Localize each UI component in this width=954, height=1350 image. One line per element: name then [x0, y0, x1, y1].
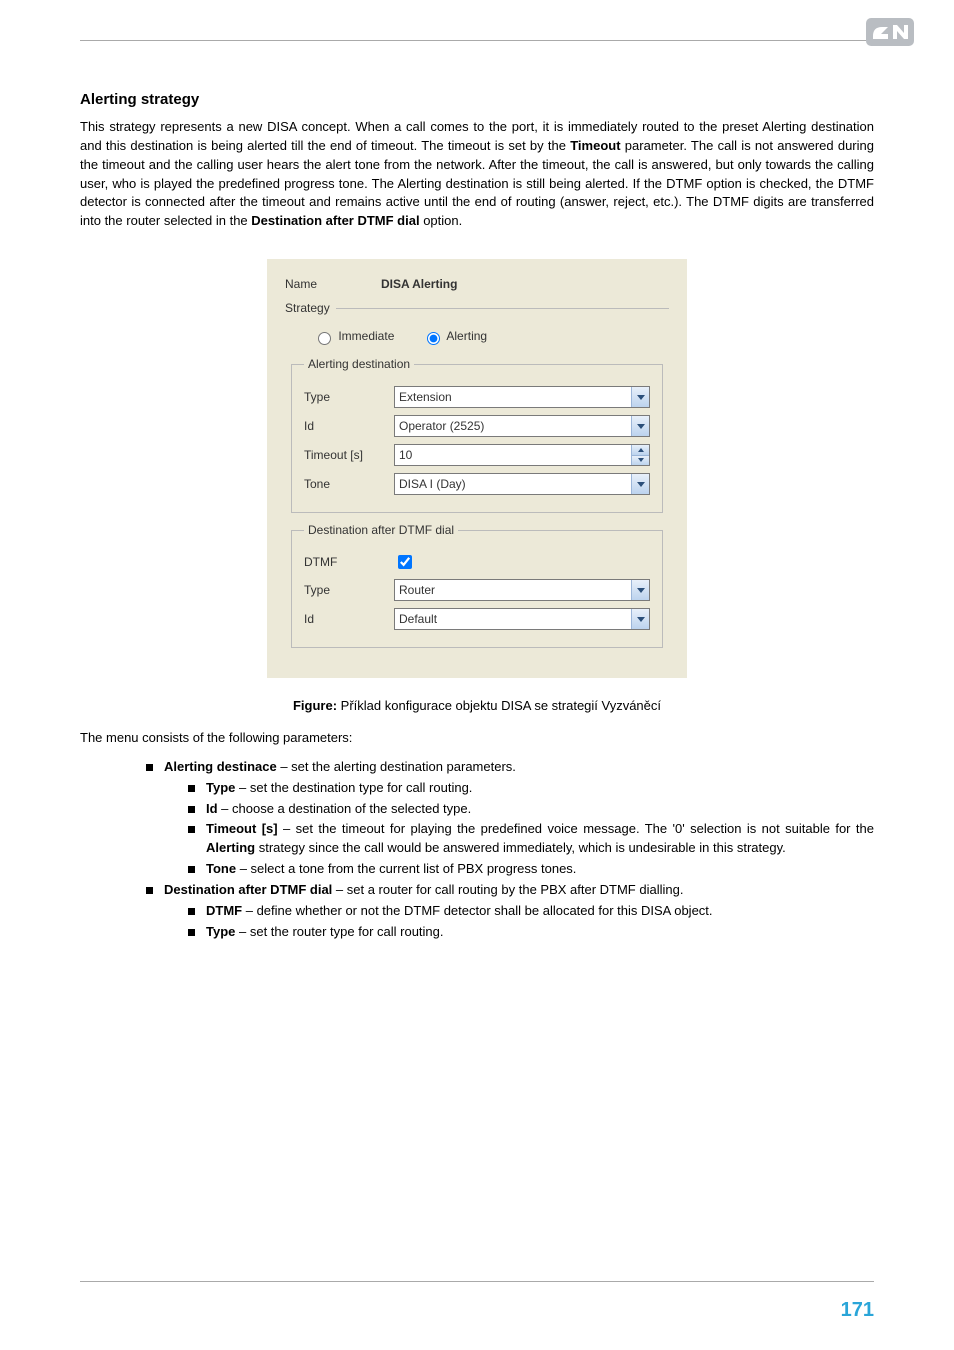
dest-after-dtmf-group: Destination after DTMF dial DTMF Type Ro…: [291, 523, 663, 648]
chevron-down-icon: [631, 387, 649, 407]
id2-select[interactable]: Default: [394, 608, 650, 630]
inline-bold-destafter: Destination after DTMF dial: [251, 213, 419, 228]
tone-label: Tone: [304, 477, 394, 491]
chevron-down-icon: [631, 580, 649, 600]
tone-select[interactable]: DISA I (Day): [394, 473, 650, 495]
params-intro: The menu consists of the following param…: [80, 729, 874, 748]
strategy-group: Strategy Immediate Alerting Alerting des…: [285, 301, 669, 660]
list-item: Alerting destinace – set the alerting de…: [146, 758, 874, 879]
timeout-label: Timeout [s]: [304, 448, 394, 462]
list-item: Id – choose a destination of the selecte…: [188, 800, 874, 819]
id-label: Id: [304, 419, 394, 433]
section-title: Alerting strategy: [80, 91, 874, 108]
step-up-icon[interactable]: [632, 445, 649, 455]
dtmf-label: DTMF: [304, 555, 394, 569]
strategy-legend: Strategy: [285, 301, 336, 315]
list-item: Type – set the router type for call rout…: [188, 923, 874, 942]
header-divider: [80, 40, 874, 41]
section-paragraph: This strategy represents a new DISA conc…: [80, 118, 874, 231]
dtmf-checkbox[interactable]: [398, 555, 412, 569]
list-item: DTMF – define whether or not the DTMF de…: [188, 902, 874, 921]
inline-bold-timeout: Timeout: [570, 138, 620, 153]
chevron-down-icon: [631, 474, 649, 494]
type2-select[interactable]: Router: [394, 579, 650, 601]
alerting-destination-legend: Alerting destination: [304, 357, 414, 371]
list-item: Destination after DTMF dial – set a rout…: [146, 881, 874, 942]
radio-alerting[interactable]: Alerting: [422, 329, 487, 343]
footer-divider: [80, 1281, 874, 1282]
list-item: Type – set the destination type for call…: [188, 779, 874, 798]
type-label: Type: [304, 390, 394, 404]
id-select[interactable]: Operator (2525): [394, 415, 650, 437]
list-item: Tone – select a tone from the current li…: [188, 860, 874, 879]
timeout-stepper[interactable]: 10: [394, 444, 650, 466]
config-dialog: Name DISA Alerting Strategy Immediate Al…: [267, 259, 687, 678]
type2-label: Type: [304, 583, 394, 597]
alerting-destination-group: Alerting destination Type Extension Id O…: [291, 357, 663, 513]
radio-immediate[interactable]: Immediate: [313, 329, 394, 343]
chevron-down-icon: [631, 609, 649, 629]
dest-after-dtmf-legend: Destination after DTMF dial: [304, 523, 458, 537]
type-select[interactable]: Extension: [394, 386, 650, 408]
chevron-down-icon: [631, 416, 649, 436]
page-number: 171: [841, 1299, 874, 1322]
list-item: Timeout [s] – set the timeout for playin…: [188, 820, 874, 858]
id2-label: Id: [304, 612, 394, 626]
name-value: DISA Alerting: [381, 277, 457, 291]
name-label: Name: [285, 277, 381, 291]
brand-logo: [866, 18, 914, 51]
step-down-icon[interactable]: [632, 455, 649, 466]
figure-caption: Figure: Příklad konfigurace objektu DISA…: [80, 698, 874, 713]
